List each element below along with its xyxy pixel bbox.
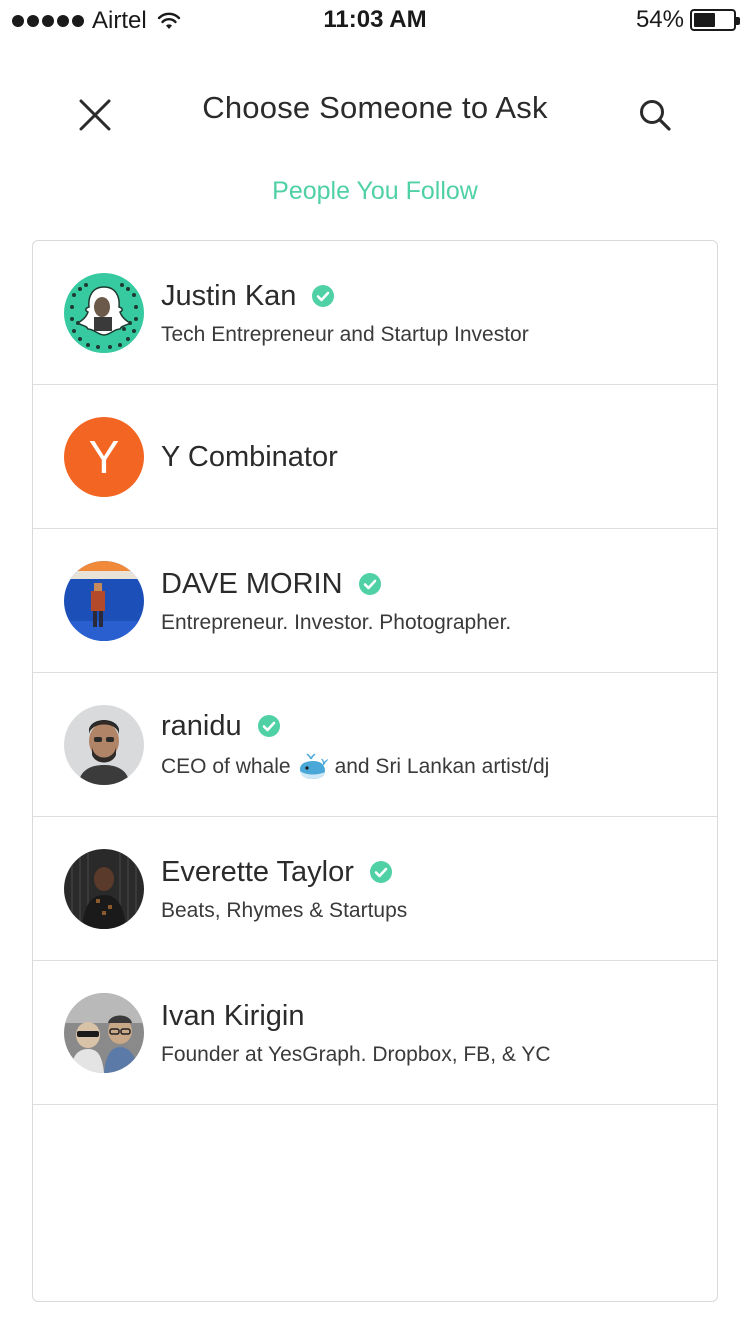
row-text: ranidu CEO of whale and Sri Lankan artis… [161, 673, 697, 817]
battery-tip [736, 17, 740, 25]
name-line: Ivan Kirigin [161, 1000, 697, 1033]
photo-avatar-image [64, 705, 144, 785]
screen: Airtel 11:03 AM 54% Choose Someone to As… [0, 0, 750, 1334]
battery-level [694, 13, 715, 27]
row-text: Everette Taylor Beats, Rhymes & Startups [161, 817, 697, 961]
avatar [64, 705, 144, 785]
person-bio: Beats, Rhymes & Startups [161, 898, 408, 922]
row-text: Y Combinator [161, 385, 697, 529]
battery-icon [690, 9, 740, 31]
name-line: Justin Kan [161, 280, 697, 313]
yc-logo-letter: Y [89, 431, 120, 483]
avatar: Y [64, 417, 144, 497]
person-bio: CEO of whale and Sri Lankan artist/dj [161, 752, 697, 781]
snapcode-avatar-image [64, 273, 144, 353]
name-line: ranidu [161, 710, 697, 743]
person-row-ivan-kirigin[interactable]: Ivan Kirigin Founder at YesGraph. Dropbo… [33, 961, 717, 1105]
photo-avatar-image [64, 849, 144, 929]
verified-badge-icon [257, 715, 280, 737]
section-heading: People You Follow [272, 177, 478, 205]
verified-badge-icon [312, 285, 335, 307]
person-row-y-combinator[interactable]: Y Y Combinator [33, 385, 717, 529]
verified-badge-icon [358, 573, 381, 595]
search-icon [640, 100, 671, 131]
row-text: Justin Kan Tech Entrepreneur and Startup… [161, 241, 697, 385]
name-line: Everette Taylor [161, 856, 697, 889]
whale-emoji-icon [299, 752, 328, 779]
name-line: Y Combinator [161, 441, 697, 474]
bio-text-end: and Sri Lankan artist/dj [334, 754, 550, 778]
name-line: DAVE MORIN [161, 568, 697, 601]
avatar [64, 273, 144, 353]
avatar [64, 849, 144, 929]
person-name: DAVE MORIN [161, 567, 343, 600]
battery-percent: 54% [635, 6, 684, 33]
yc-logo-avatar: Y [64, 417, 144, 497]
bio-text-start: CEO of whale [161, 754, 291, 778]
person-bio: Entrepreneur. Investor. Photographer. [161, 610, 512, 634]
row-text: DAVE MORIN Entrepreneur. Investor. Photo… [161, 529, 697, 673]
person-row-ranidu[interactable]: ranidu CEO of whale and Sri Lankan artis… [33, 673, 717, 817]
status-bar: Airtel 11:03 AM 54% [0, 0, 750, 40]
person-name: Everette Taylor [161, 855, 354, 888]
avatar [64, 993, 144, 1073]
photo-avatar-image [64, 561, 144, 641]
person-name: Justin Kan [161, 279, 297, 312]
person-bio: Founder at YesGraph. Dropbox, FB, & YC [161, 1042, 551, 1066]
person-row-justin-kan[interactable]: Justin Kan Tech Entrepreneur and Startup… [33, 241, 717, 385]
person-row-everette-taylor[interactable]: Everette Taylor Beats, Rhymes & Startups [33, 817, 717, 961]
person-bio: Tech Entrepreneur and Startup Investor [161, 322, 529, 346]
person-name: ranidu [161, 709, 242, 742]
avatar [64, 561, 144, 641]
person-row-dave-morin[interactable]: DAVE MORIN Entrepreneur. Investor. Photo… [33, 529, 717, 673]
row-text: Ivan Kirigin Founder at YesGraph. Dropbo… [161, 961, 697, 1105]
nav-header: Choose Someone to Ask [0, 70, 750, 150]
verified-badge-icon [369, 861, 392, 883]
status-right: 54% [635, 6, 740, 34]
search-button[interactable] [630, 90, 680, 140]
people-list: Justin Kan Tech Entrepreneur and Startup… [32, 240, 718, 1302]
person-name: Y Combinator [161, 440, 338, 473]
photo-avatar-image [64, 993, 144, 1073]
person-name: Ivan Kirigin [161, 999, 305, 1032]
